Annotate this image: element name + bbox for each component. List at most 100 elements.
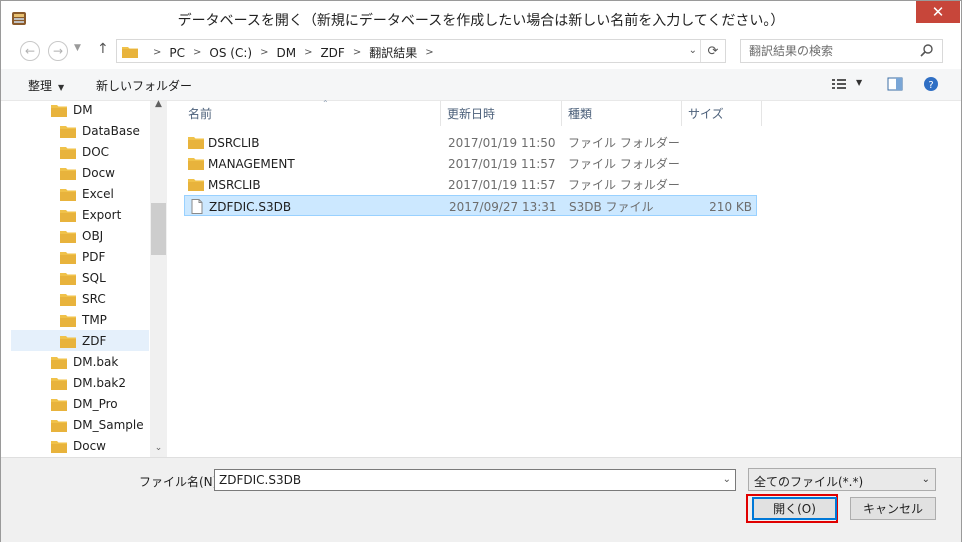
- chevron-down-icon: ⌄: [921, 474, 930, 485]
- view-options-icon[interactable]: [831, 76, 847, 92]
- tree-item[interactable]: DM.bak: [1, 351, 150, 372]
- new-folder-button[interactable]: 新しいフォルダー: [96, 77, 192, 94]
- tree-item[interactable]: SQL: [1, 267, 150, 288]
- back-button[interactable]: ←: [20, 41, 40, 61]
- tree-item-label: SRC: [82, 291, 106, 306]
- search-box[interactable]: [740, 39, 943, 63]
- scroll-up-icon[interactable]: ▲: [153, 99, 164, 109]
- folder-icon: [51, 418, 67, 432]
- folder-icon: [51, 355, 67, 369]
- column-header-date[interactable]: 更新日時: [441, 101, 562, 126]
- folder-icon: [60, 166, 76, 180]
- file-date: 2017/01/19 11:57: [448, 177, 556, 192]
- preview-pane-icon[interactable]: [887, 76, 903, 92]
- tree-item[interactable]: DM_Pro: [1, 393, 150, 414]
- folder-icon: [51, 103, 67, 117]
- breadcrumb: > PC > OS (C:) > DM > ZDF > 翻訳結果 >: [145, 44, 442, 61]
- folder-icon: [60, 292, 76, 306]
- close-button[interactable]: ✕: [916, 1, 960, 23]
- breadcrumb-translation-results[interactable]: 翻訳結果: [369, 44, 417, 61]
- scrollbar-thumb[interactable]: [151, 203, 166, 255]
- tree-item[interactable]: Excel: [1, 183, 150, 204]
- sort-ascending-icon: ⌃: [322, 99, 329, 108]
- tree-item[interactable]: Export: [1, 204, 150, 225]
- tree-item-label: OBJ: [82, 228, 104, 243]
- breadcrumb-os-c[interactable]: OS (C:): [209, 46, 252, 60]
- open-database-dialog: データベースを開く（新規にデータベースを作成したい場合は新しい名前を入力してくだ…: [0, 0, 962, 542]
- file-row[interactable]: ZDFDIC.S3DB 2017/09/27 13:31 S3DB ファイル 210 …: [184, 195, 757, 216]
- column-header-type[interactable]: 種類: [562, 101, 682, 126]
- chevron-down-icon[interactable]: ⌄: [689, 45, 697, 56]
- filename-combobox[interactable]: ⌄: [214, 469, 736, 491]
- view-dropdown-icon[interactable]: ▼: [856, 78, 862, 87]
- tree-item[interactable]: TMP: [1, 309, 150, 330]
- tree-item[interactable]: DM: [1, 101, 150, 120]
- folder-icon: [51, 397, 67, 411]
- file-type: ファイル フォルダー: [568, 136, 680, 150]
- tree-item[interactable]: OBJ: [1, 225, 150, 246]
- close-icon: ✕: [931, 3, 945, 21]
- file-name: MANAGEMENT: [208, 156, 295, 171]
- tree-item-label: DM: [73, 102, 93, 117]
- folder-icon: [188, 156, 204, 171]
- breadcrumb-pc[interactable]: PC: [169, 46, 185, 60]
- window-title: データベースを開く（新規にデータベースを作成したい場合は新しい名前を入力してくだ…: [177, 13, 785, 29]
- file-list[interactable]: ⌃ 名前 更新日時 種類 サイズ DSRCLIB 2017/01/19 11:50…: [168, 99, 961, 457]
- chevron-right-icon[interactable]: >: [353, 47, 361, 58]
- folder-icon: [60, 145, 76, 159]
- tree-item[interactable]: DM.bak2: [1, 372, 150, 393]
- search-input[interactable]: [749, 44, 909, 58]
- title-bar[interactable]: データベースを開く（新規にデータベースを作成したい場合は新しい名前を入力してくだ…: [1, 1, 961, 35]
- caret-down-icon: ▼: [58, 83, 65, 92]
- file-type-filter[interactable]: 全てのファイル(*.*) ⌄: [748, 468, 936, 491]
- file-type: ファイル フォルダー: [568, 157, 680, 171]
- navigation-pane[interactable]: DM DataBase DOC Docw Excel Export OBJ PDF SQL SRC…: [1, 101, 167, 457]
- tree-item-label: TMP: [82, 312, 107, 327]
- tree-item-label: Excel: [82, 186, 114, 201]
- tree-item[interactable]: Docw: [1, 162, 150, 183]
- tree-item[interactable]: SRC: [1, 288, 150, 309]
- refresh-button[interactable]: ⟳: [700, 40, 725, 62]
- file-row[interactable]: DSRCLIB 2017/01/19 11:50 ファイル フォルダー: [184, 132, 757, 153]
- column-header-name[interactable]: ⌃ 名前: [182, 99, 441, 126]
- chevron-down-icon[interactable]: ⌄: [153, 443, 164, 453]
- tree-item[interactable]: DOC: [1, 141, 150, 162]
- filename-input[interactable]: [219, 473, 699, 487]
- tree-item-label: PDF: [82, 249, 106, 264]
- chevron-right-icon[interactable]: >: [193, 47, 201, 58]
- tree-item[interactable]: DataBase: [1, 120, 150, 141]
- up-button[interactable]: ↑: [97, 41, 109, 57]
- file-type: S3DB ファイル: [569, 200, 654, 214]
- breadcrumb-zdf[interactable]: ZDF: [320, 46, 344, 60]
- tree-item[interactable]: PDF: [1, 246, 150, 267]
- chevron-right-icon[interactable]: >: [304, 47, 312, 58]
- tree-item-label: Docw: [73, 438, 106, 453]
- tree-item[interactable]: DM_Sample: [1, 414, 150, 435]
- help-icon[interactable]: ?: [923, 76, 939, 92]
- navigation-pane-scrollbar[interactable]: ▲ ⌄: [150, 99, 167, 457]
- navigation-bar: ← → ▼ ↑ > PC > OS (C:) > DM > ZDF > 翻訳結果…: [1, 35, 961, 69]
- address-bar[interactable]: > PC > OS (C:) > DM > ZDF > 翻訳結果 > ⌄ ⟳: [116, 39, 726, 63]
- tree-item-label: DM_Sample: [73, 417, 144, 432]
- tree-item[interactable]: ZDF: [11, 330, 149, 351]
- column-date-label: 更新日時: [447, 107, 496, 121]
- column-name-label: 名前: [188, 107, 213, 121]
- chevron-right-icon[interactable]: >: [260, 47, 268, 58]
- forward-button[interactable]: →: [48, 41, 68, 61]
- file-name: MSRCLIB: [208, 177, 261, 192]
- cancel-button[interactable]: キャンセル: [850, 497, 936, 520]
- file-row[interactable]: MANAGEMENT 2017/01/19 11:57 ファイル フォルダー: [184, 153, 757, 174]
- folder-icon: [60, 187, 76, 201]
- file-row[interactable]: MSRCLIB 2017/01/19 11:57 ファイル フォルダー: [184, 174, 757, 195]
- recent-locations-dropdown[interactable]: ▼: [74, 43, 81, 53]
- organize-menu[interactable]: 整理 ▼: [28, 77, 64, 94]
- chevron-down-icon[interactable]: ⌄: [723, 474, 731, 485]
- tree-item-label: DM.bak: [73, 354, 119, 369]
- open-button[interactable]: 開く(O): [752, 497, 837, 520]
- refresh-icon: ⟳: [707, 43, 719, 59]
- dialog-footer: ファイル名(N): ⌄ 全てのファイル(*.*) ⌄ 開く(O) キャンセル: [1, 457, 961, 542]
- tree-item[interactable]: Docw: [1, 435, 150, 456]
- column-header-size[interactable]: サイズ: [682, 101, 762, 126]
- breadcrumb-dm[interactable]: DM: [276, 46, 296, 60]
- chevron-right-icon[interactable]: >: [425, 47, 433, 58]
